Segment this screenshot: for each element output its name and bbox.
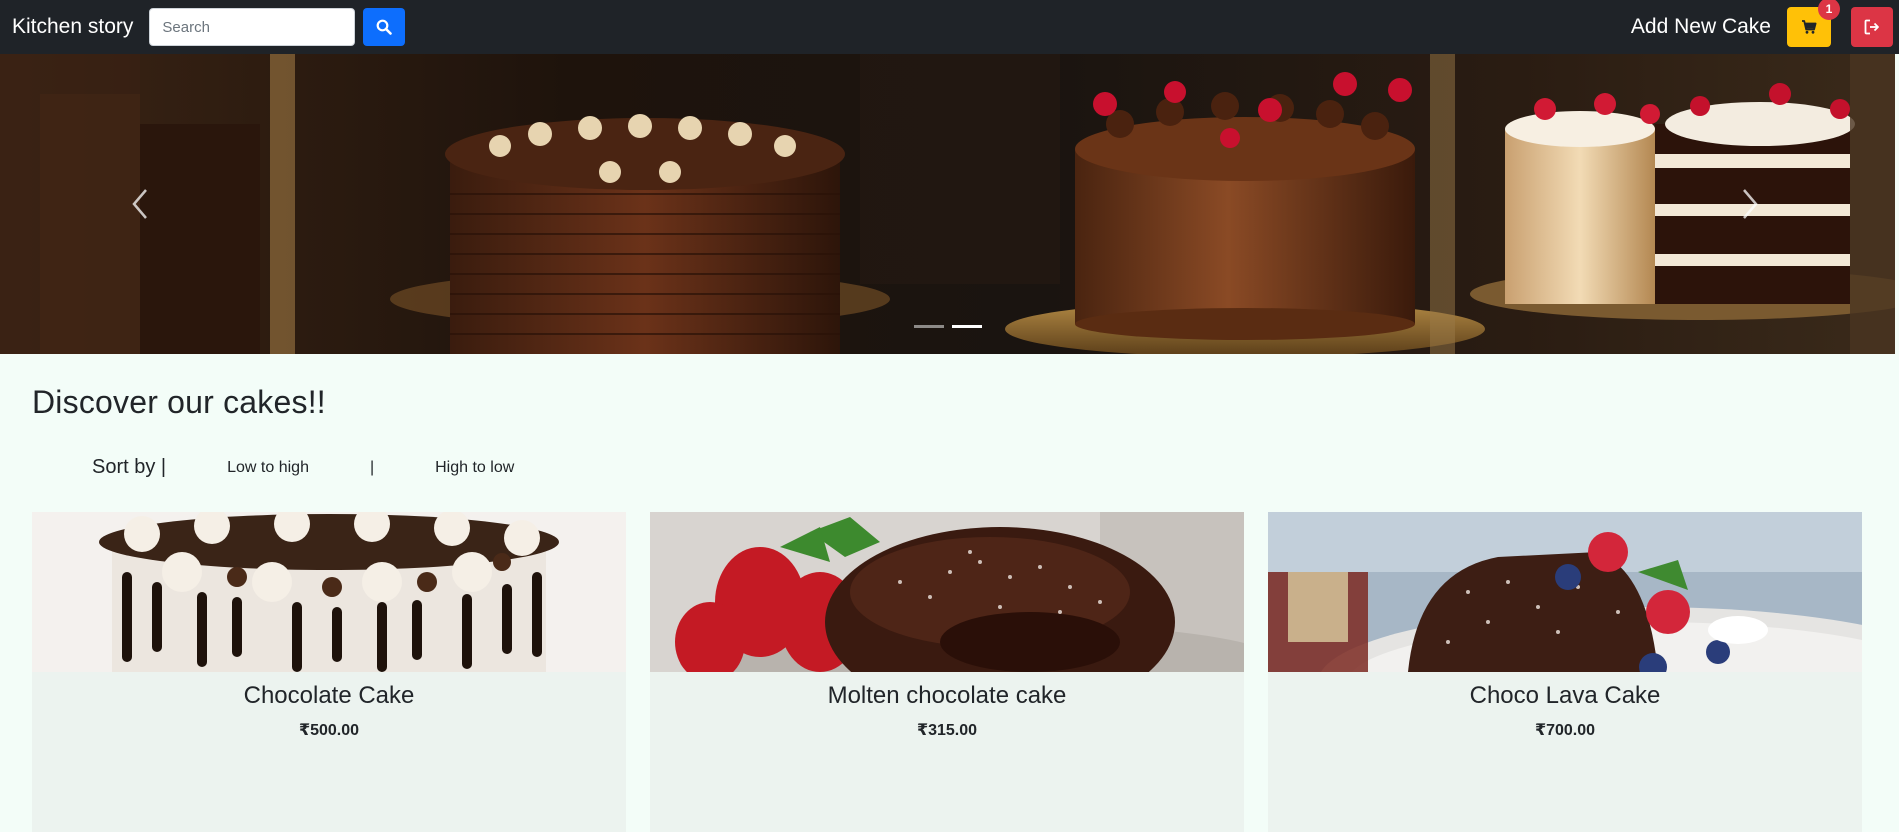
logout-button[interactable] (1851, 7, 1893, 47)
carousel-indicator-1[interactable] (913, 325, 944, 328)
carousel-prev-button[interactable] (80, 54, 200, 354)
sort-high-to-low-link[interactable]: High to low (435, 459, 514, 477)
carousel-slide-image (0, 54, 1895, 354)
carousel-next-button[interactable] (1690, 54, 1810, 354)
product-card[interactable]: Chocolate Cake ₹500.00 (32, 512, 626, 832)
product-image-molten-chocolate-cake (650, 512, 1244, 672)
product-card[interactable]: Molten chocolate cake ₹315.00 (650, 512, 1244, 832)
product-image-chocolate-cake (32, 512, 626, 672)
product-card[interactable]: Choco Lava Cake ₹700.00 (1268, 512, 1862, 832)
carousel-indicator-2[interactable] (951, 325, 982, 328)
navbar: Kitchen story Add New Cake 1 (0, 0, 1899, 54)
sort-label: Sort by | (92, 456, 167, 478)
chevron-right-icon (1743, 189, 1758, 219)
product-price: ₹500.00 (298, 722, 360, 739)
cart-count-badge: 1 (1818, 0, 1840, 20)
product-image-choco-lava-cake (1268, 512, 1862, 672)
cart-button[interactable]: 1 (1787, 0, 1840, 47)
product-name: Chocolate Cake (243, 682, 415, 709)
cart-icon (1802, 20, 1817, 34)
nav-actions: Add New Cake 1 (1631, 0, 1893, 47)
search-button[interactable] (363, 8, 406, 46)
sort-low-to-high-link[interactable]: Low to high (227, 459, 309, 477)
product-name: Choco Lava Cake (1469, 682, 1661, 709)
chevron-left-icon (132, 189, 147, 219)
hero-carousel (0, 54, 1895, 354)
add-new-cake-link[interactable]: Add New Cake (1631, 15, 1771, 39)
brand-link[interactable]: Kitchen story (12, 15, 133, 39)
product-price: ₹315.00 (916, 722, 978, 739)
sort-separator: | (369, 458, 375, 476)
carousel-indicators (0, 325, 1895, 328)
product-price: ₹700.00 (1534, 722, 1596, 739)
search-icon (376, 19, 393, 35)
page-title: Discover our cakes!! (32, 384, 326, 420)
sort-controls: Sort by | Low to high | High to low (92, 456, 514, 479)
logout-icon (1864, 19, 1879, 35)
product-name: Molten chocolate cake (827, 682, 1067, 709)
search-input[interactable] (149, 8, 356, 46)
